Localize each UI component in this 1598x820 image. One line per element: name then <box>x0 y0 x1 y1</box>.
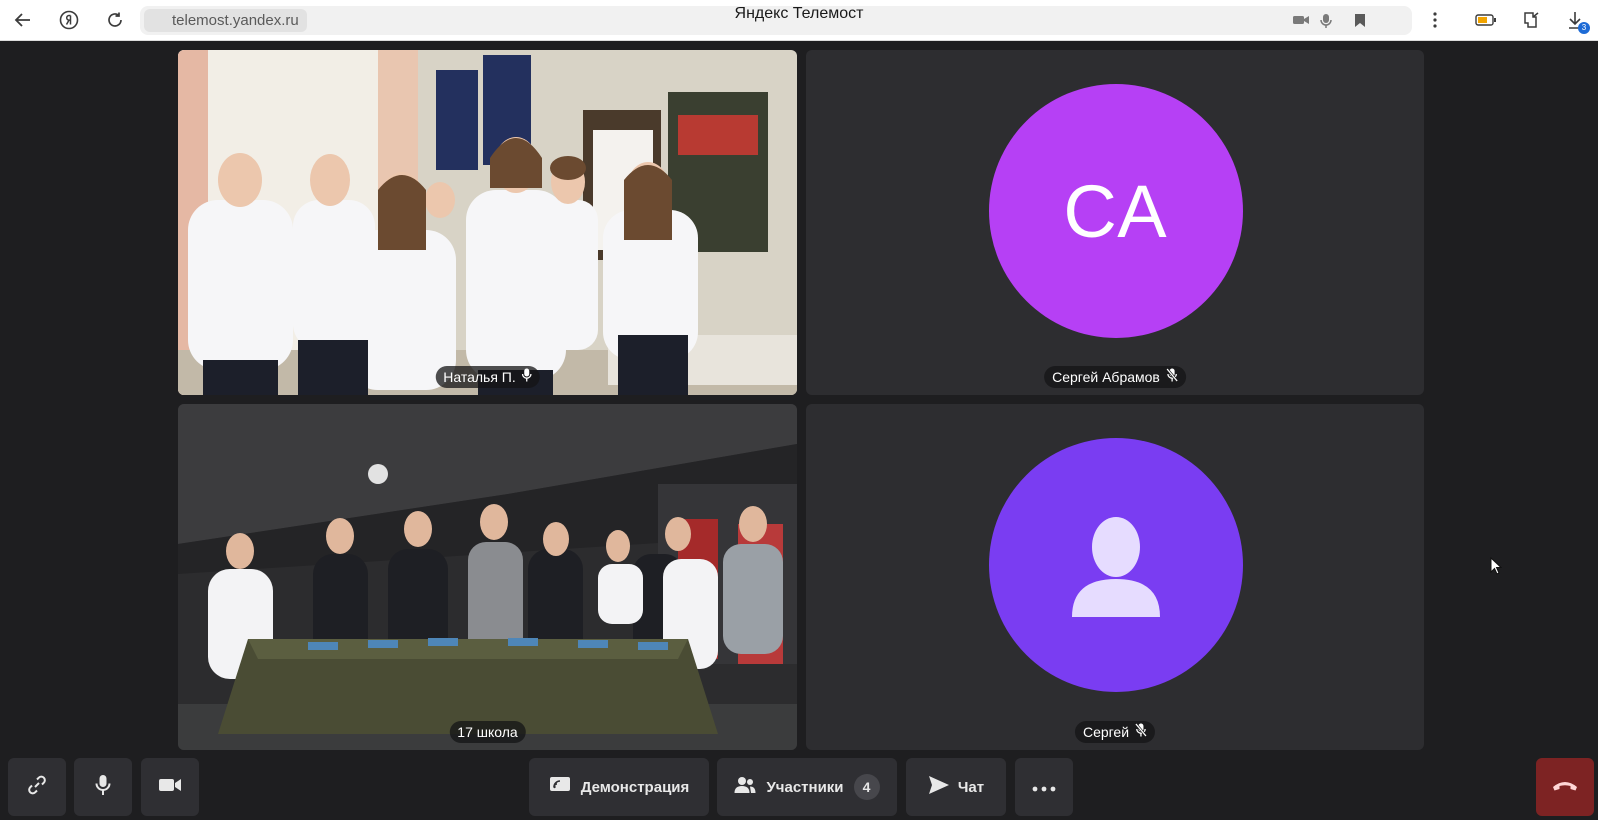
phone-hangup-icon <box>1552 779 1578 796</box>
participant-name: 17 школа <box>457 724 518 740</box>
extensions-icon[interactable] <box>1521 9 1543 31</box>
participant-name: Наталья П. <box>443 369 516 385</box>
screen-share-label: Демонстрация <box>580 778 690 796</box>
address-bar[interactable]: telemost.yandex.ru <box>140 6 1412 35</box>
participant-name-pill: Сергей <box>1074 721 1156 743</box>
yandex-logo-icon[interactable] <box>58 9 80 31</box>
participant-tile-natalya[interactable]: Наталья П. <box>178 50 797 395</box>
microphone-button[interactable] <box>74 758 132 816</box>
browser-toolbar: telemost.yandex.ru Яндекс Телемост 3 <box>0 0 1598 41</box>
mic-muted-icon <box>1135 721 1148 743</box>
participant-name-pill: Сергей Абрамов <box>1044 366 1186 388</box>
screen-share-button[interactable]: Демонстрация <box>529 758 709 816</box>
microphone-icon <box>95 774 111 800</box>
participant-name-pill: 17 школа <box>449 721 526 743</box>
participant-tile-17-school[interactable]: 17 школа <box>178 404 797 750</box>
hang-up-button[interactable] <box>1536 758 1594 816</box>
participant-name: Сергей <box>1082 724 1130 740</box>
downloads-badge: 3 <box>1578 22 1590 34</box>
link-icon <box>26 774 48 800</box>
send-icon <box>928 775 950 799</box>
reload-icon[interactable] <box>104 9 126 31</box>
participants-label: Участники <box>766 778 844 796</box>
more-options-button[interactable] <box>1015 758 1073 816</box>
participant-video <box>178 404 797 750</box>
url-text[interactable]: telemost.yandex.ru <box>144 9 307 32</box>
chat-button[interactable]: Чат <box>906 758 1006 816</box>
battery-icon[interactable] <box>1475 9 1497 31</box>
participant-name: Сергей Абрамов <box>1052 369 1160 385</box>
copy-link-button[interactable] <box>8 758 66 816</box>
mic-permission-icon[interactable] <box>1320 13 1332 34</box>
camera-icon <box>158 776 182 798</box>
participant-tile-sergey-abramov[interactable]: СА Сергей Абрамов <box>806 50 1424 395</box>
downloads-icon[interactable]: 3 <box>1566 9 1590 34</box>
user-silhouette-icon <box>1072 517 1160 617</box>
participant-video <box>178 50 797 395</box>
chat-label: Чат <box>957 778 985 796</box>
avatar-initials: СА <box>989 84 1243 338</box>
participants-icon <box>734 776 756 798</box>
menu-dots-icon[interactable] <box>1424 9 1446 31</box>
camera-button[interactable] <box>141 758 199 816</box>
participant-name-pill: Наталья П. <box>435 366 540 388</box>
mic-on-icon <box>521 366 532 388</box>
back-icon[interactable] <box>12 9 34 31</box>
participants-button[interactable]: Участники 4 <box>717 758 897 816</box>
bookmark-icon[interactable] <box>1354 13 1366 33</box>
participants-count-badge: 4 <box>853 774 880 800</box>
avatar-default <box>989 438 1243 692</box>
screen-share-icon <box>549 776 571 798</box>
participant-tile-sergey[interactable]: Сергей <box>806 404 1424 750</box>
mic-muted-icon <box>1165 366 1178 388</box>
camera-permission-icon[interactable] <box>1292 13 1310 32</box>
mouse-cursor-icon <box>1490 556 1503 580</box>
more-dots-icon <box>1032 779 1056 796</box>
